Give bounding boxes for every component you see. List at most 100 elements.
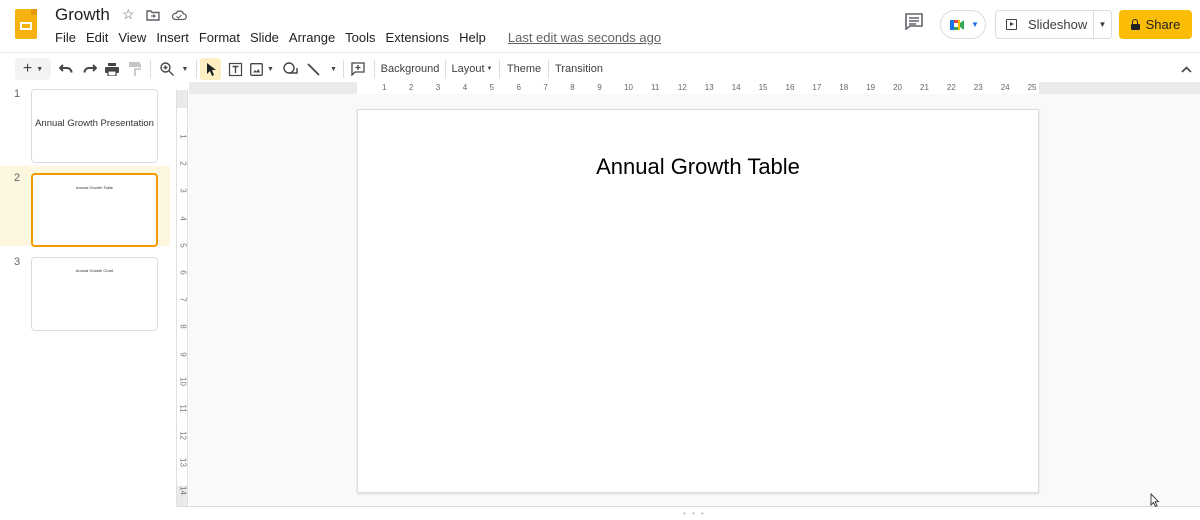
theme-button[interactable]: Theme — [505, 58, 543, 80]
ruler-tick-label: 12 — [178, 431, 188, 441]
collapse-menus-icon[interactable] — [1181, 61, 1192, 76]
text-box-button[interactable] — [225, 58, 245, 80]
ruler-tick-label: 14 — [178, 485, 188, 495]
document-title[interactable]: Growth — [55, 5, 110, 25]
slide-thumbnail[interactable]: Annual Growth Chart — [31, 257, 158, 331]
toolbar-divider — [150, 60, 151, 78]
cloud-saved-icon[interactable] — [171, 8, 187, 24]
slide-number: 2 — [14, 172, 21, 184]
toolbar-divider — [445, 60, 446, 78]
ruler-tick-label: 11 — [178, 404, 188, 413]
slide-thumbnail-selected[interactable]: Annual Growth Table — [31, 173, 158, 247]
layout-label: Layout — [451, 63, 485, 75]
horizontal-ruler-page-area: 1 2 3 4 5 6 7 8 9 10 11 12 13 14 15 16 17 18 19 20 21 22 23 24 2… — [357, 82, 1039, 94]
slide-thumbnail-row[interactable]: 1 Annual Growth Presentation — [0, 82, 170, 163]
ruler-tick-label: 9 — [178, 351, 188, 357]
last-edit-link[interactable]: Last edit was seconds ago — [503, 29, 666, 46]
ruler-tick-label: 8 — [570, 83, 575, 92]
toolbar-divider — [548, 60, 549, 78]
ruler-tick-label: 13 — [704, 83, 714, 92]
slides-logo-icon[interactable] — [15, 9, 37, 39]
slide-number: 3 — [14, 256, 21, 268]
meet-button[interactable]: ▼ — [940, 10, 986, 39]
ruler-tick-label: 23 — [973, 83, 983, 92]
slide-title-textbox[interactable]: Annual Growth Table — [358, 154, 1038, 180]
ruler-tick-label: 9 — [597, 83, 602, 92]
ruler-tick-label: 7 — [178, 297, 188, 302]
ruler-tick-label: 2 — [178, 161, 188, 166]
share-label: Share — [1145, 17, 1181, 32]
slide-filmstrip: 1 Annual Growth Presentation 2 Annual Gr… — [0, 82, 170, 520]
new-slide-button[interactable]: + ▼ — [15, 58, 51, 80]
chevron-down-icon: ▼ — [181, 65, 189, 73]
menu-tools[interactable]: Tools — [340, 29, 380, 46]
ruler-tick-label: 5 — [489, 83, 495, 92]
toolbar-divider — [374, 60, 375, 78]
ruler-tick-label: 4 — [178, 215, 188, 221]
slide-number: 1 — [14, 88, 21, 100]
add-comment-icon — [351, 62, 365, 76]
menu-file[interactable]: File — [50, 29, 81, 46]
ruler-tick-label: 8 — [178, 324, 188, 330]
ruler-tick-label: 1 — [178, 134, 188, 139]
layout-button[interactable]: Layout ▼ — [450, 58, 494, 80]
vertical-ruler[interactable]: 1 2 3 4 5 6 7 8 9 10 11 12 13 14 — [176, 90, 188, 510]
horizontal-ruler[interactable]: 1 2 3 4 5 6 7 8 9 10 11 12 13 14 15 16 17 18 19 20 21 22 23 24 2… — [189, 82, 1200, 94]
line-icon — [307, 62, 320, 76]
comment-history-icon[interactable] — [905, 13, 923, 31]
ruler-tick-label: 14 — [731, 83, 741, 92]
drag-handle-icon[interactable]: • • • — [683, 509, 706, 518]
slide-thumbnail-row[interactable]: 3 Annual Growth Chart — [0, 250, 170, 331]
cursor-arrow-icon — [206, 62, 216, 76]
shape-button[interactable] — [280, 58, 300, 80]
ruler-tick-label: 1 — [382, 83, 387, 92]
text-box-icon — [228, 62, 242, 76]
lock-icon — [1130, 19, 1140, 30]
ruler-tick-label: 22 — [946, 83, 956, 92]
star-icon[interactable]: ☆ — [122, 6, 135, 23]
zoom-icon — [159, 62, 174, 76]
background-button[interactable]: Background — [380, 58, 440, 80]
menu-insert[interactable]: Insert — [151, 29, 194, 46]
ruler-tick-label: 7 — [543, 83, 548, 92]
line-button[interactable]: ▼ — [304, 58, 340, 80]
redo-button[interactable] — [80, 58, 100, 80]
ruler-tick-label: 10 — [178, 376, 188, 386]
speaker-notes-divider[interactable]: • • • — [176, 506, 1200, 520]
slideshow-options-button[interactable]: ▼ — [1094, 11, 1111, 38]
mouse-cursor-icon — [1150, 493, 1160, 507]
thumbnail-title: Annual Growth Table — [75, 185, 114, 190]
menu-view[interactable]: View — [113, 29, 151, 46]
move-to-folder-icon[interactable] — [146, 8, 160, 24]
undo-icon — [59, 64, 73, 73]
ruler-tick-label: 17 — [812, 83, 822, 92]
menu-edit[interactable]: Edit — [81, 29, 113, 46]
ruler-tick-label: 13 — [178, 458, 188, 468]
redo-icon — [83, 64, 97, 73]
current-slide[interactable]: Annual Growth Table — [357, 109, 1039, 493]
shape-icon — [282, 61, 298, 74]
ruler-tick-label: 6 — [516, 83, 521, 92]
slideshow-button[interactable]: Slideshow — [996, 11, 1094, 38]
menu-bar: File Edit View Insert Format Slide Arran… — [50, 29, 666, 46]
add-comment-button[interactable] — [348, 58, 368, 80]
share-button[interactable]: Share — [1119, 10, 1192, 39]
insert-image-button[interactable]: ▼ — [248, 58, 276, 80]
select-tool-button[interactable] — [200, 58, 221, 80]
undo-button[interactable] — [56, 58, 76, 80]
slideshow-button-group: Slideshow ▼ — [995, 10, 1112, 39]
print-button[interactable] — [102, 58, 122, 80]
menu-arrange[interactable]: Arrange — [284, 29, 340, 46]
zoom-button[interactable]: ▼ — [156, 58, 192, 80]
ruler-tick-label: 25 — [1027, 83, 1037, 92]
slide-thumbnail-row[interactable]: 2 Annual Growth Table — [0, 166, 170, 247]
thumbnail-title: Annual Growth Chart — [75, 268, 114, 273]
transition-button[interactable]: Transition — [554, 58, 604, 80]
slide-thumbnail[interactable]: Annual Growth Presentation — [31, 89, 158, 163]
menu-help[interactable]: Help — [454, 29, 491, 46]
menu-format[interactable]: Format — [194, 29, 245, 46]
toolbar-divider — [499, 60, 500, 78]
paint-format-button[interactable] — [125, 58, 145, 80]
menu-slide[interactable]: Slide — [245, 29, 284, 46]
menu-extensions[interactable]: Extensions — [381, 29, 455, 46]
